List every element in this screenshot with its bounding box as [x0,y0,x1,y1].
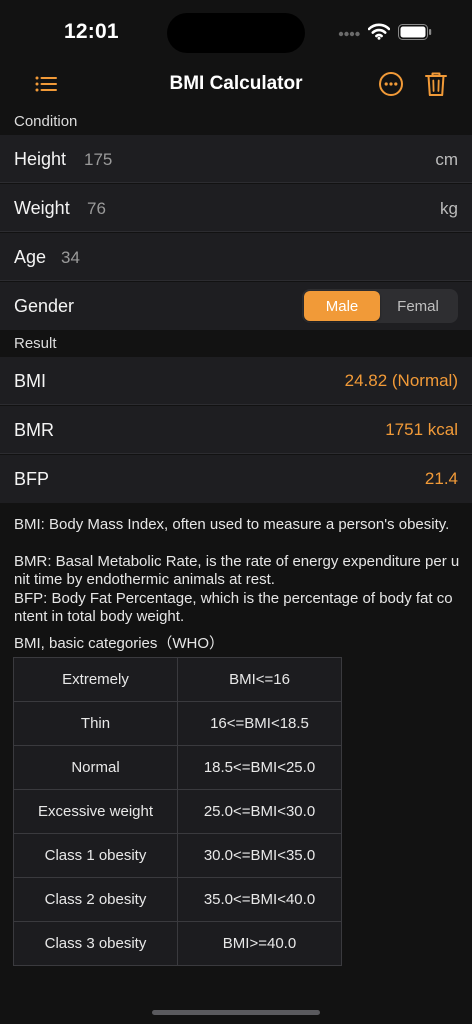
weight-row[interactable]: Weight 76 kg [0,184,472,232]
bmi-label: BMI [14,371,47,391]
table-row: Class 3 obesity BMI>=40.0 [13,921,342,966]
range-cell: 18.5<=BMI<25.0 [177,745,342,790]
range-cell: BMI<=16 [177,657,342,702]
category-cell: Class 3 obesity [13,921,178,966]
dynamic-island [167,13,305,53]
status-icons [338,23,432,45]
range-cell: 25.0<=BMI<30.0 [177,789,342,834]
home-indicator[interactable] [152,1010,320,1015]
bmi-description: BMI: Body Mass Index, often used to meas… [14,516,450,533]
bmi-row: BMI 24.82 (Normal) [0,357,472,405]
result-header: Result [14,335,57,352]
height-input[interactable]: 175 [84,150,112,170]
gender-option-male[interactable]: Male [304,291,380,321]
bfp-label: BFP [14,469,50,489]
trash-icon[interactable] [422,70,450,98]
bmr-description: BMR: Basal Metabolic Rate, is the rate o… [14,553,460,588]
navigation-bar: BMI Calculator [0,60,472,108]
bmr-value: 1751 kcal [385,420,458,439]
weight-unit: kg [440,199,458,218]
age-row[interactable]: Age 34 [0,233,472,281]
table-row: Normal 18.5<=BMI<25.0 [13,745,342,790]
table-row: Extremely BMI<=16 [13,657,342,702]
bfp-value: 21.4 [424,469,458,488]
height-unit: cm [435,150,458,169]
age-label: Age [14,247,47,267]
category-cell: Thin [13,701,178,746]
bmr-row: BMR 1751 kcal [0,406,472,454]
height-label: Height [14,149,67,169]
cellular-signal-icon [338,25,360,43]
bfp-description: BFP: Body Fat Percentage, which is the p… [14,590,453,625]
range-cell: 16<=BMI<18.5 [177,701,342,746]
table-row: Thin 16<=BMI<18.5 [13,701,342,746]
gender-row: Gender Male Femal [0,282,472,330]
more-circle-icon[interactable] [377,70,405,98]
age-input[interactable]: 34 [61,248,80,268]
weight-input[interactable]: 76 [87,199,106,219]
gender-segmented-control: Male Femal [302,289,458,323]
category-cell: Extremely [13,657,178,702]
category-cell: Class 2 obesity [13,877,178,922]
who-table-title: BMI, basic categories（WHO） [14,635,225,652]
bfp-row: BFP 21.4 [0,455,472,503]
range-cell: BMI>=40.0 [177,921,342,966]
bmi-category-table: Extremely BMI<=16 Thin 16<=BMI<18.5 Norm… [13,657,342,966]
range-cell: 35.0<=BMI<40.0 [177,877,342,922]
category-cell: Class 1 obesity [13,833,178,878]
range-cell: 30.0<=BMI<35.0 [177,833,342,878]
weight-label: Weight [14,198,70,218]
category-cell: Normal [13,745,178,790]
condition-header: Condition [14,113,78,130]
status-bar: 12:01 [0,0,472,64]
gender-option-female[interactable]: Femal [380,291,456,321]
status-time: 12:01 [64,20,119,43]
table-row: Class 2 obesity 35.0<=BMI<40.0 [13,877,342,922]
bmi-value: 24.82 (Normal) [344,371,458,390]
height-row[interactable]: Height 175 cm [0,135,472,183]
wifi-icon [367,23,391,45]
bmr-label: BMR [14,420,54,440]
table-row: Class 1 obesity 30.0<=BMI<35.0 [13,833,342,878]
table-row: Excessive weight 25.0<=BMI<30.0 [13,789,342,834]
battery-icon [398,23,432,45]
gender-label: Gender [14,296,75,316]
category-cell: Excessive weight [13,789,178,834]
